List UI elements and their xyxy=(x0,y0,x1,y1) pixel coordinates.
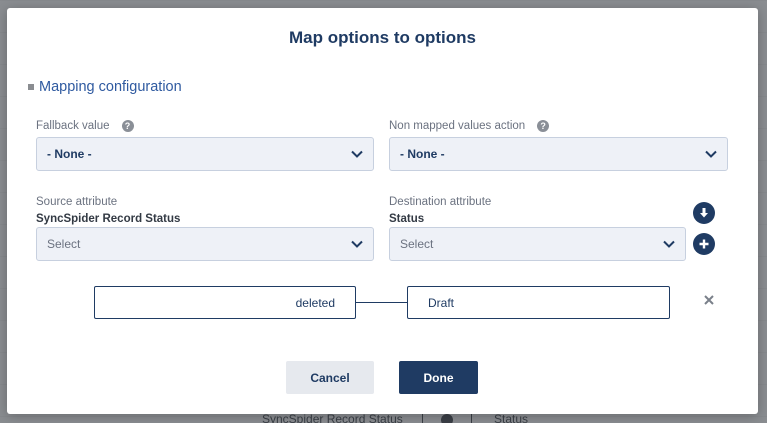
mapping-destination-value[interactable]: Draft xyxy=(407,286,670,319)
arrow-down-circle-icon[interactable] xyxy=(693,202,715,224)
chevron-down-icon xyxy=(351,150,363,158)
fallback-select-value: - None - xyxy=(47,147,92,161)
source-select-value: Select xyxy=(47,237,81,251)
source-select[interactable]: Select xyxy=(36,227,374,261)
section-header: Mapping configuration xyxy=(28,79,182,95)
mapping-destination-text: Draft xyxy=(428,295,455,310)
mapping-connector xyxy=(356,302,407,303)
cancel-button[interactable]: Cancel xyxy=(286,361,374,394)
section-title: Mapping configuration xyxy=(39,79,182,95)
destination-select-value: Select xyxy=(400,237,434,251)
destination-select[interactable]: Select xyxy=(389,227,686,261)
modal-title: Map options to options xyxy=(289,28,476,47)
mapping-source-value[interactable]: deleted xyxy=(94,286,356,319)
destination-attribute-name: Status xyxy=(389,213,425,225)
non-mapped-label-row: Non mapped values action ? xyxy=(389,120,550,132)
mapping-source-text: deleted xyxy=(295,295,335,310)
chevron-down-icon xyxy=(705,150,717,158)
done-button[interactable]: Done xyxy=(399,361,478,394)
source-label-row: Source attribute xyxy=(36,196,117,208)
non-mapped-select[interactable]: - None - xyxy=(389,137,728,171)
chevron-down-icon xyxy=(351,240,363,248)
destination-attribute-label: Destination attribute xyxy=(389,196,492,208)
destination-label-row: Destination attribute xyxy=(389,196,491,208)
source-attribute-label: Source attribute xyxy=(36,196,118,208)
non-mapped-select-value: - None - xyxy=(400,147,445,161)
fallback-label: Fallback value xyxy=(36,120,110,132)
fallback-select[interactable]: - None - xyxy=(36,137,374,171)
question-circle-icon[interactable]: ? xyxy=(121,120,134,132)
map-options-modal: Map options to options Mapping configura… xyxy=(7,8,758,414)
source-attribute-name: SyncSpider Record Status xyxy=(36,213,181,225)
question-circle-icon[interactable]: ? xyxy=(537,120,550,132)
close-icon[interactable] xyxy=(703,294,715,306)
fallback-label-row: Fallback value ? xyxy=(36,120,134,132)
section-bullet-icon xyxy=(28,84,34,90)
non-mapped-label: Non mapped values action xyxy=(389,120,526,132)
chevron-down-icon xyxy=(663,240,675,248)
plus-circle-icon[interactable] xyxy=(693,233,715,255)
